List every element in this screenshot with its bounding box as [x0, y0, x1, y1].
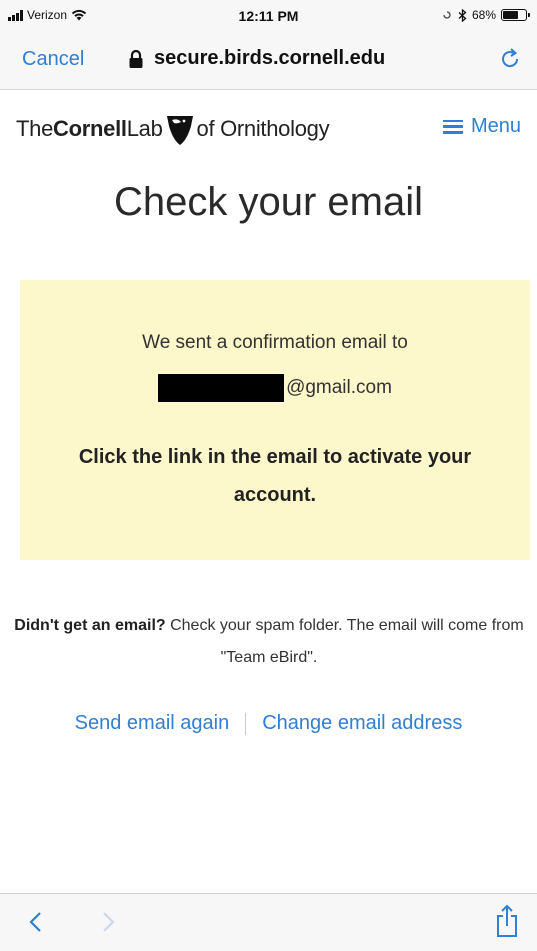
url-text: secure.birds.cornell.edu	[154, 47, 386, 69]
cancel-button[interactable]: Cancel	[22, 48, 84, 71]
help-bold: Didn't get an email?	[14, 617, 166, 634]
browser-nav-bar: Cancel secure.birds.cornell.edu	[0, 34, 537, 90]
forward-icon[interactable]	[98, 910, 118, 934]
redacted-username	[158, 374, 285, 402]
email-domain: @gmail.com	[286, 377, 392, 398]
email-actions: Send email again Change email address	[0, 712, 537, 735]
help-body: Check your spam folder. The email will c…	[165, 617, 524, 666]
back-icon[interactable]	[26, 910, 46, 934]
logo-lab: Lab	[126, 116, 163, 141]
bluetooth-icon	[458, 8, 467, 22]
location-icon	[443, 11, 451, 19]
bird-logo-icon	[166, 116, 193, 145]
sent-text: We sent a confirmation email to	[142, 332, 408, 353]
menu-button[interactable]: Menu	[442, 115, 521, 138]
hamburger-icon	[442, 119, 463, 134]
page-title: Check your email	[113, 180, 423, 224]
battery-level	[503, 11, 518, 19]
site-header: The Cornell Lab of Ornithology Menu	[0, 100, 537, 154]
logo-cornell: Cornell	[53, 116, 127, 141]
link-divider	[245, 712, 247, 735]
battery-icon	[501, 9, 530, 21]
change-email-address-link[interactable]: Change email address	[262, 712, 462, 735]
send-email-again-link[interactable]: Send email again	[75, 712, 230, 735]
address-bar[interactable]: secure.birds.cornell.edu	[128, 47, 385, 70]
lock-icon	[129, 49, 143, 68]
cornell-lab-logo[interactable]: The Cornell Lab of Ornithology	[16, 112, 330, 146]
activation-instruction: Click the link in the email to activate …	[78, 446, 472, 506]
reload-icon[interactable]	[497, 46, 523, 72]
browser-toolbar	[0, 893, 537, 951]
confirmation-notice: We sent a confirmation email to @gmail.c…	[20, 280, 530, 560]
battery-percent: 68%	[471, 8, 496, 22]
logo-the: The	[16, 116, 54, 141]
email-address: @gmail.com	[20, 374, 530, 402]
help-text: Didn't get an email? Check your spam fol…	[8, 610, 530, 674]
share-icon[interactable]	[495, 904, 519, 938]
logo-of-ornithology: of Ornithology	[196, 116, 330, 141]
status-bar-right: 68%	[441, 8, 530, 22]
menu-label: Menu	[470, 115, 521, 137]
status-bar: Verizon 12:11 PM 68%	[0, 0, 537, 34]
